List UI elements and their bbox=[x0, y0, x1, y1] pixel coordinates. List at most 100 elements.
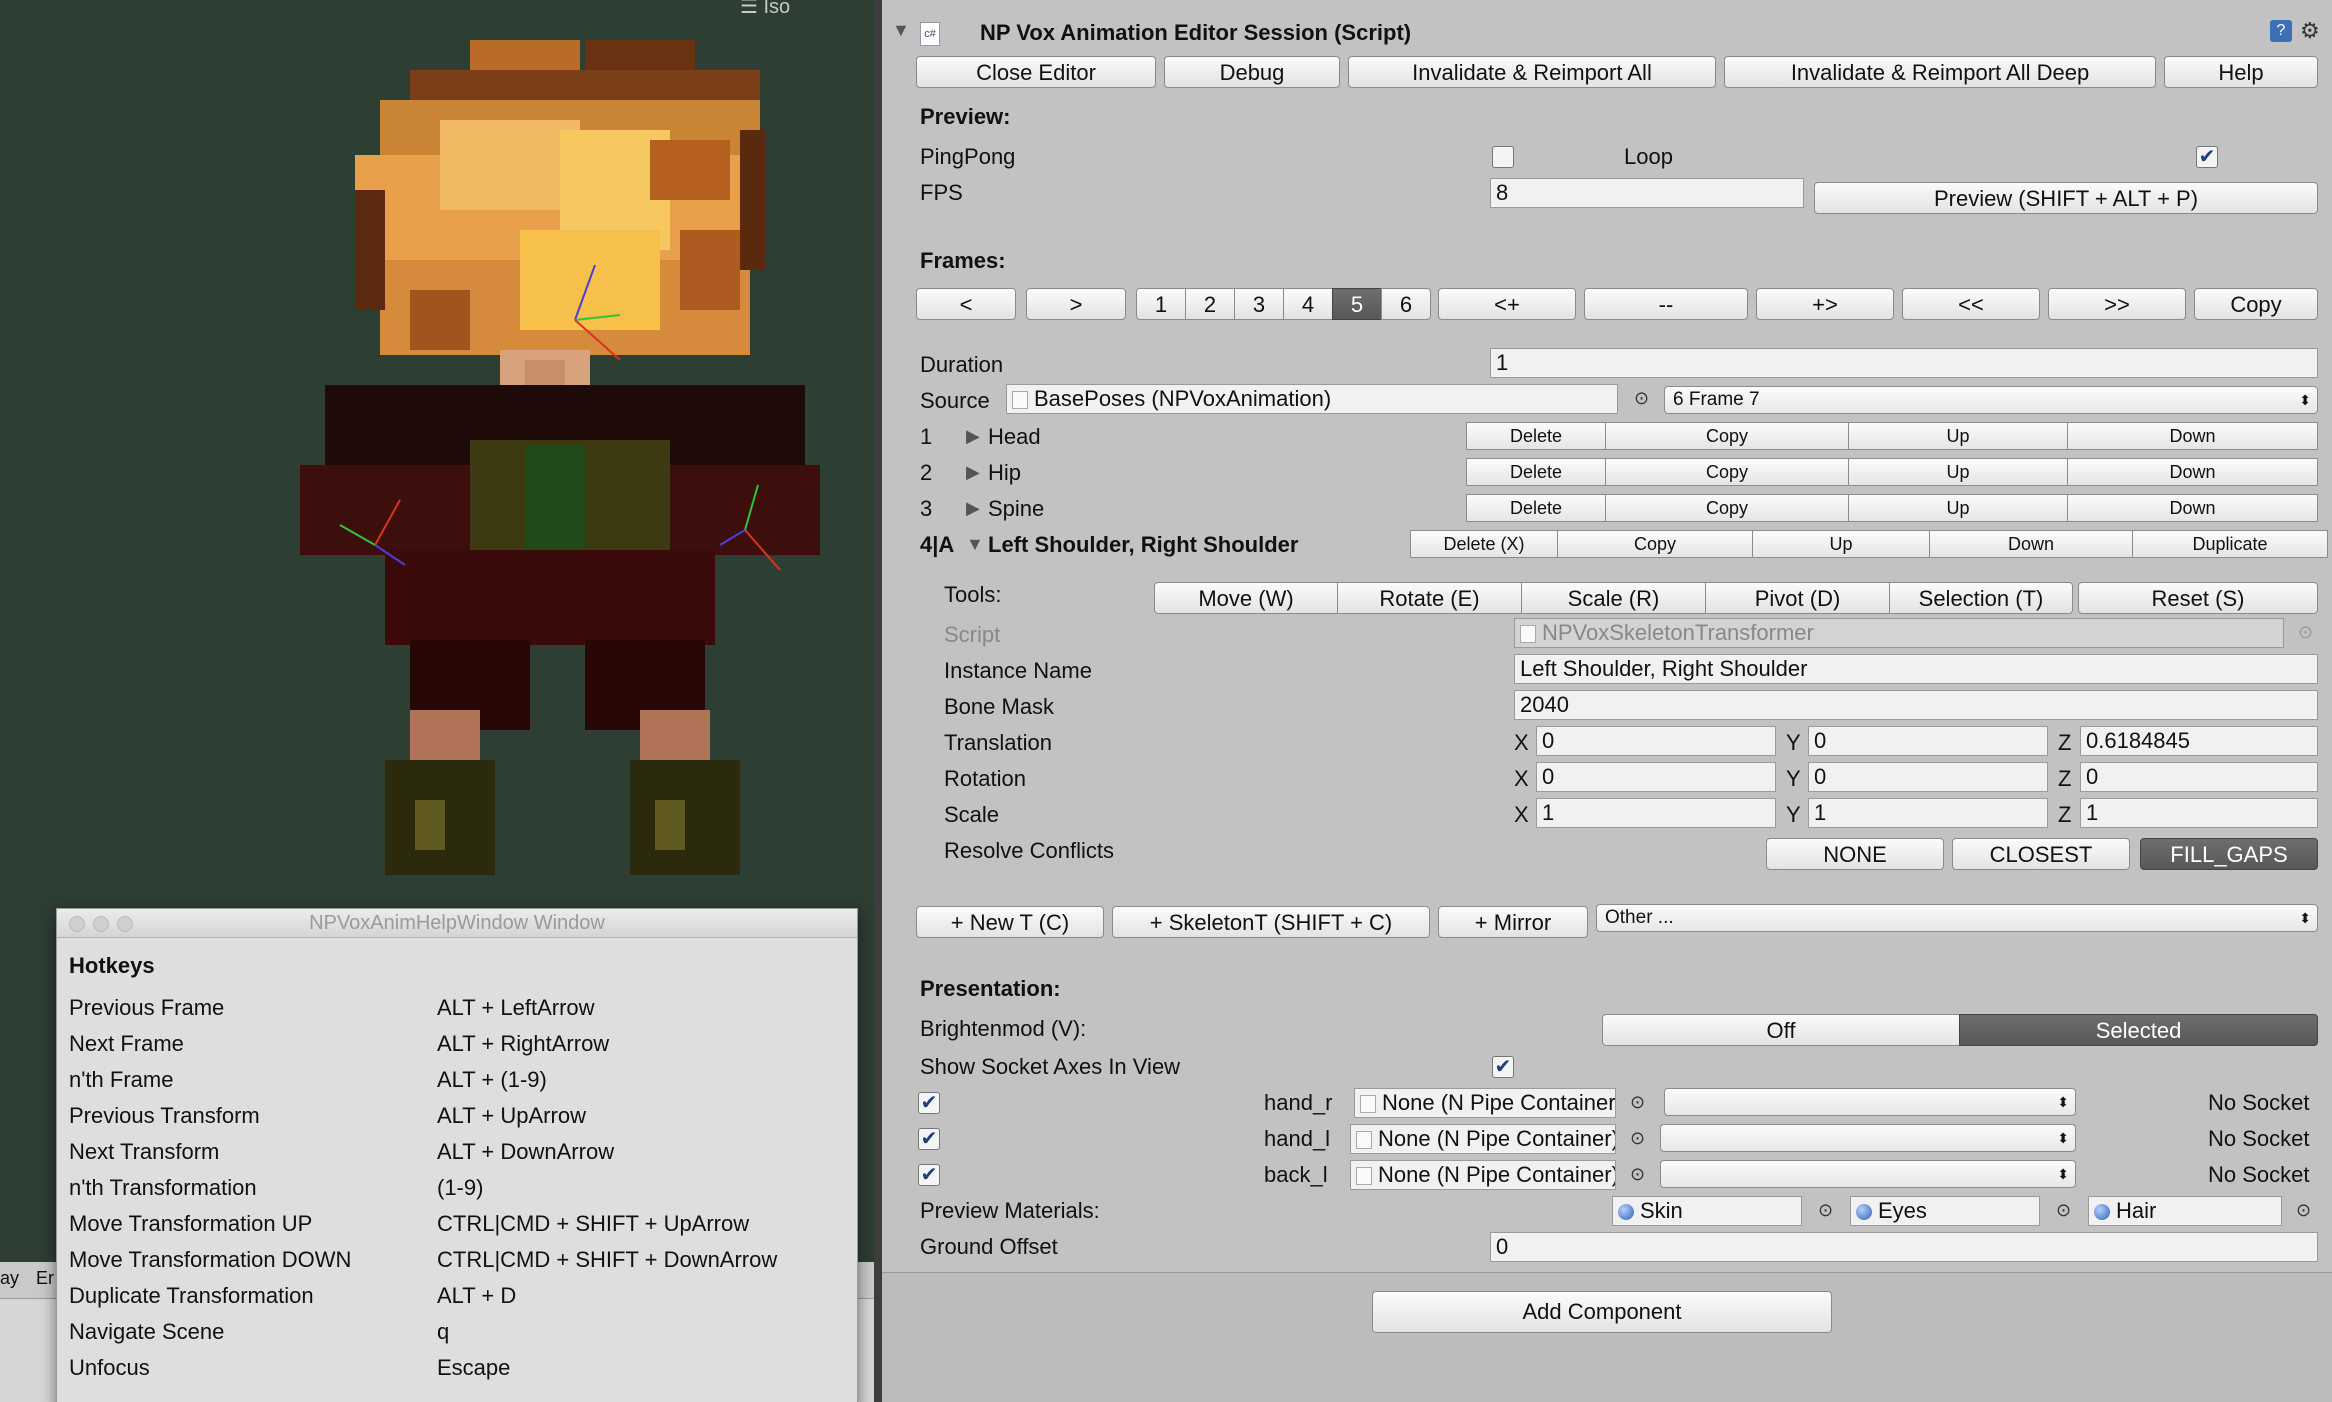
voxel-character[interactable] bbox=[0, 0, 874, 900]
pingpong-checkbox[interactable] bbox=[1492, 146, 1514, 168]
socket-dropdown[interactable]: ⬍ bbox=[1660, 1160, 2076, 1188]
help-button[interactable]: Help bbox=[2164, 56, 2318, 88]
debug-button[interactable]: Debug bbox=[1164, 56, 1340, 88]
material-eyes-field[interactable]: Eyes bbox=[1850, 1196, 2040, 1226]
rotation-x-field[interactable]: 0 bbox=[1536, 762, 1776, 792]
fps-field[interactable]: 8 bbox=[1490, 178, 1804, 208]
new-skeleton-transform-button[interactable]: + SkeletonT (SHIFT + C) bbox=[1112, 906, 1430, 938]
delete-transform-button[interactable]: Delete bbox=[1466, 494, 1606, 522]
translation-y-field[interactable]: 0 bbox=[1808, 726, 2048, 756]
move-tool-button[interactable]: Move (W) bbox=[1154, 582, 1338, 614]
socket-hand-r-checkbox[interactable]: ✔ bbox=[918, 1092, 940, 1114]
delete-transform-button[interactable]: Delete bbox=[1466, 458, 1606, 486]
expand-arrow-icon[interactable]: ▶ bbox=[966, 498, 980, 519]
source-frame-dropdown[interactable]: 6 Frame 7 ⬍ bbox=[1664, 386, 2318, 414]
object-picker-icon[interactable]: ⊙ bbox=[1634, 388, 1649, 409]
mirror-button[interactable]: + Mirror bbox=[1438, 906, 1588, 938]
object-picker-icon[interactable]: ⊙ bbox=[2296, 1200, 2311, 1221]
duplicate-button[interactable]: Duplicate bbox=[2132, 530, 2328, 558]
delete-x-button[interactable]: Delete (X) bbox=[1410, 530, 1558, 558]
copy-transform-button[interactable]: Copy bbox=[1605, 458, 1849, 486]
translation-x-field[interactable]: 0 bbox=[1536, 726, 1776, 756]
scene-view-label[interactable]: ☰ Iso bbox=[740, 0, 790, 19]
brightenmod-off-button[interactable]: Off bbox=[1602, 1014, 1960, 1046]
socket-dropdown[interactable]: ⬍ bbox=[1664, 1088, 2076, 1116]
delete-frame-button[interactable]: -- bbox=[1584, 288, 1748, 320]
down-transform-button[interactable]: Down bbox=[2067, 494, 2318, 522]
copy-transform-button[interactable]: Copy bbox=[1605, 422, 1849, 450]
next-frame-button[interactable]: > bbox=[1026, 288, 1126, 320]
socket-dropdown[interactable]: ⬍ bbox=[1660, 1124, 2076, 1152]
up-transform-button[interactable]: Up bbox=[1848, 422, 2068, 450]
transform-name-head[interactable]: Head bbox=[988, 424, 1041, 450]
selection-tool-button[interactable]: Selection (T) bbox=[1889, 582, 2073, 614]
panel-divider[interactable] bbox=[874, 0, 882, 1402]
material-skin-field[interactable]: Skin bbox=[1612, 1196, 1802, 1226]
socket-axes-checkbox[interactable]: ✔ bbox=[1492, 1056, 1514, 1078]
frame-3-button[interactable]: 3 bbox=[1234, 288, 1284, 320]
up-active-button[interactable]: Up bbox=[1752, 530, 1930, 558]
close-editor-button[interactable]: Close Editor bbox=[916, 56, 1156, 88]
pivot-tool-button[interactable]: Pivot (D) bbox=[1705, 582, 1890, 614]
brightenmod-selected-button[interactable]: Selected bbox=[1959, 1014, 2318, 1046]
active-transform-name[interactable]: Left Shoulder, Right Shoulder bbox=[988, 532, 1298, 558]
ground-offset-field[interactable]: 0 bbox=[1490, 1232, 2318, 1262]
object-picker-icon[interactable]: ⊙ bbox=[1630, 1128, 1645, 1149]
socket-object-field[interactable]: None (N Pipe Container) bbox=[1350, 1124, 1616, 1154]
socket-back-l-checkbox[interactable]: ✔ bbox=[918, 1164, 940, 1186]
help-window[interactable]: NPVoxAnimHelpWindow Window Hotkeys Previ… bbox=[56, 908, 858, 1402]
delete-transform-button[interactable]: Delete bbox=[1466, 422, 1606, 450]
resolve-none-button[interactable]: NONE bbox=[1766, 838, 1944, 870]
other-dropdown[interactable]: Other ... ⬍ bbox=[1596, 904, 2318, 932]
close-window-button[interactable] bbox=[69, 916, 85, 932]
copy-frame-button[interactable]: Copy bbox=[2194, 288, 2318, 320]
prev-frame-button[interactable]: < bbox=[916, 288, 1016, 320]
frame-1-button[interactable]: 1 bbox=[1136, 288, 1186, 320]
rotation-y-field[interactable]: 0 bbox=[1808, 762, 2048, 792]
copy-active-button[interactable]: Copy bbox=[1557, 530, 1753, 558]
transform-name-spine[interactable]: Spine bbox=[988, 496, 1044, 522]
expand-arrow-icon[interactable]: ▶ bbox=[966, 426, 980, 447]
scale-tool-button[interactable]: Scale (R) bbox=[1521, 582, 1706, 614]
add-component-button[interactable]: Add Component bbox=[1372, 1291, 1832, 1333]
transform-name-hip[interactable]: Hip bbox=[988, 460, 1021, 486]
loop-checkbox[interactable]: ✔ bbox=[2196, 146, 2218, 168]
object-picker-icon[interactable]: ⊙ bbox=[1630, 1164, 1645, 1185]
scene-view[interactable]: ☰ Iso ay Er NPVoxAnimHelpWindow Window H… bbox=[0, 0, 874, 1402]
object-picker-icon[interactable]: ⊙ bbox=[2056, 1200, 2071, 1221]
resolve-fill-gaps-button[interactable]: FILL_GAPS bbox=[2140, 838, 2318, 870]
gear-icon[interactable]: ⚙ bbox=[2300, 18, 2320, 44]
object-picker-icon[interactable]: ⊙ bbox=[1818, 1200, 1833, 1221]
material-hair-field[interactable]: Hair bbox=[2088, 1196, 2282, 1226]
source-field[interactable]: BasePoses (NPVoxAnimation) bbox=[1006, 384, 1618, 414]
frame-5-button[interactable]: 5 bbox=[1332, 288, 1382, 320]
maximize-window-button[interactable] bbox=[117, 916, 133, 932]
minimize-window-button[interactable] bbox=[93, 916, 109, 932]
socket-object-field[interactable]: None (N Pipe Container) bbox=[1350, 1160, 1616, 1190]
bone-mask-field[interactable]: 2040 bbox=[1514, 690, 2318, 720]
object-picker-icon[interactable]: ⊙ bbox=[1630, 1092, 1645, 1113]
new-transform-button[interactable]: + New T (C) bbox=[916, 906, 1104, 938]
tab-errors[interactable]: Er bbox=[36, 1268, 54, 1289]
preview-button[interactable]: Preview (SHIFT + ALT + P) bbox=[1814, 182, 2318, 214]
socket-object-field[interactable]: None (N Pipe Container) bbox=[1354, 1088, 1616, 1118]
invalidate-reimport-all-deep-button[interactable]: Invalidate & Reimport All Deep bbox=[1724, 56, 2156, 88]
collapse-arrow-icon[interactable]: ▼ bbox=[966, 534, 984, 555]
invalidate-reimport-all-button[interactable]: Invalidate & Reimport All bbox=[1348, 56, 1716, 88]
frame-6-button[interactable]: 6 bbox=[1381, 288, 1431, 320]
scale-x-field[interactable]: 1 bbox=[1536, 798, 1776, 828]
rotate-tool-button[interactable]: Rotate (E) bbox=[1337, 582, 1522, 614]
instance-name-field[interactable]: Left Shoulder, Right Shoulder bbox=[1514, 654, 2318, 684]
translation-z-field[interactable]: 0.6184845 bbox=[2080, 726, 2318, 756]
rotation-z-field[interactable]: 0 bbox=[2080, 762, 2318, 792]
resolve-closest-button[interactable]: CLOSEST bbox=[1952, 838, 2130, 870]
scale-y-field[interactable]: 1 bbox=[1808, 798, 2048, 828]
expand-arrow-icon[interactable]: ▶ bbox=[966, 462, 980, 483]
down-transform-button[interactable]: Down bbox=[2067, 422, 2318, 450]
scale-z-field[interactable]: 1 bbox=[2080, 798, 2318, 828]
copy-transform-button[interactable]: Copy bbox=[1605, 494, 1849, 522]
up-transform-button[interactable]: Up bbox=[1848, 494, 2068, 522]
move-frame-left-button[interactable]: << bbox=[1902, 288, 2040, 320]
down-transform-button[interactable]: Down bbox=[2067, 458, 2318, 486]
insert-frame-before-button[interactable]: <+ bbox=[1438, 288, 1576, 320]
